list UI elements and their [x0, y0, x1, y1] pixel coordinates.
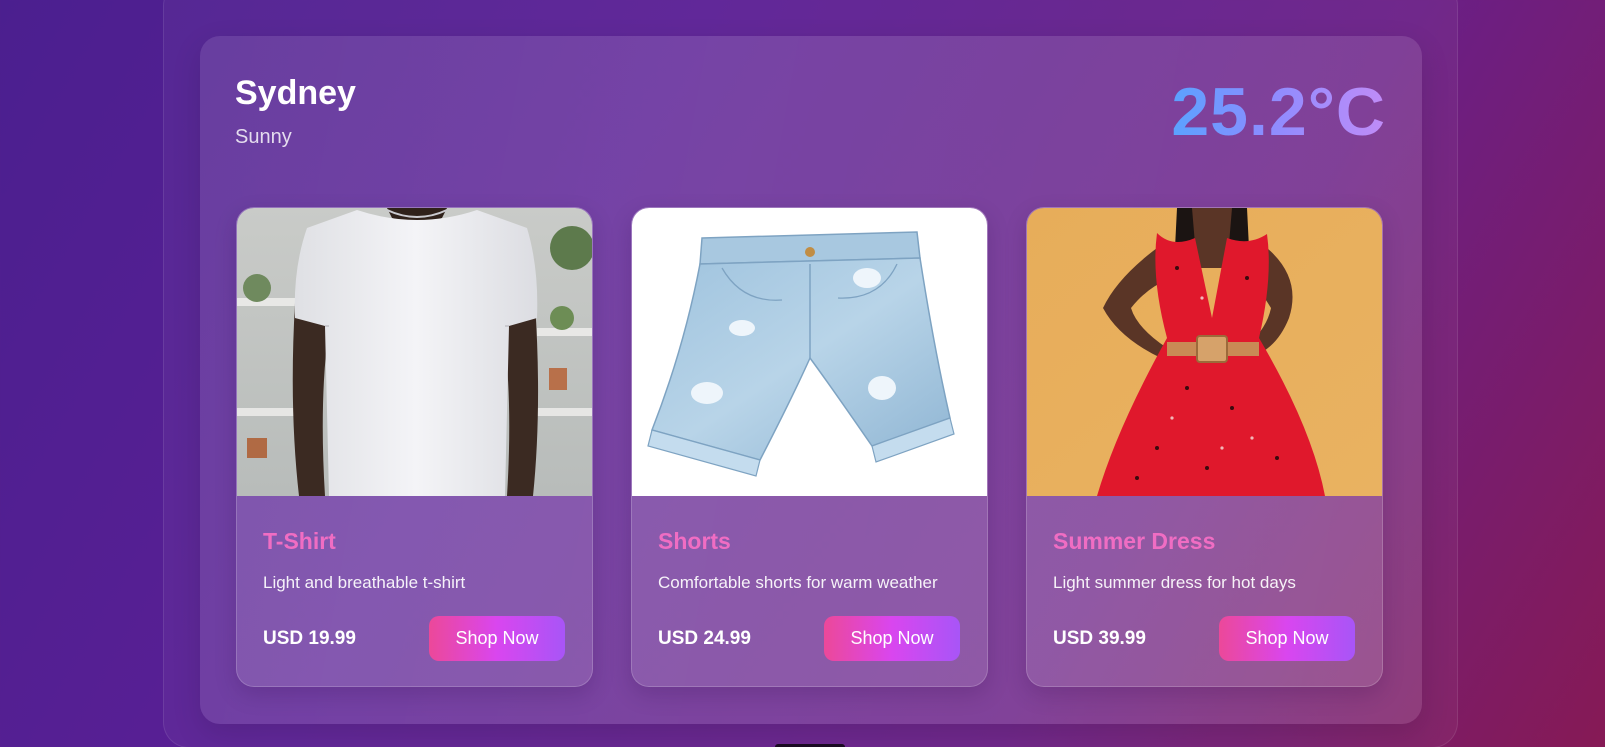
product-price: USD 39.99	[1053, 628, 1146, 649]
product-description: Light and breathable t-shirt	[263, 573, 466, 592]
product-name: T-Shirt	[263, 528, 336, 554]
red-dress-photo	[1027, 208, 1382, 496]
temperature-display: 25.2°C	[1171, 74, 1386, 150]
product-description: Light summer dress for hot days	[1053, 573, 1296, 592]
product-card-shorts: Shorts Comfortable shorts for warm weath…	[631, 207, 988, 687]
product-card-summer-dress: Summer Dress Light summer dress for hot …	[1026, 207, 1383, 687]
denim-shorts-photo	[632, 208, 987, 496]
shop-now-button-summer-dress[interactable]: Shop Now	[1219, 616, 1355, 661]
product-price: USD 19.99	[263, 628, 356, 649]
shop-now-button-tshirt[interactable]: Shop Now	[429, 616, 565, 661]
product-name: Shorts	[658, 528, 731, 554]
product-name: Summer Dress	[1053, 528, 1216, 554]
weather-condition: Sunny	[235, 126, 292, 148]
product-price: USD 24.99	[658, 628, 751, 649]
shop-now-button-shorts[interactable]: Shop Now	[824, 616, 960, 661]
city-name: Sydney	[235, 74, 356, 112]
weather-card: Sydney Sunny 25.2°C T-Shirt Light and br…	[200, 36, 1422, 724]
tshirt-photo	[237, 208, 592, 496]
product-card-tshirt: T-Shirt Light and breathable t-shirt USD…	[236, 207, 593, 687]
product-description: Comfortable shorts for warm weather	[658, 573, 938, 592]
